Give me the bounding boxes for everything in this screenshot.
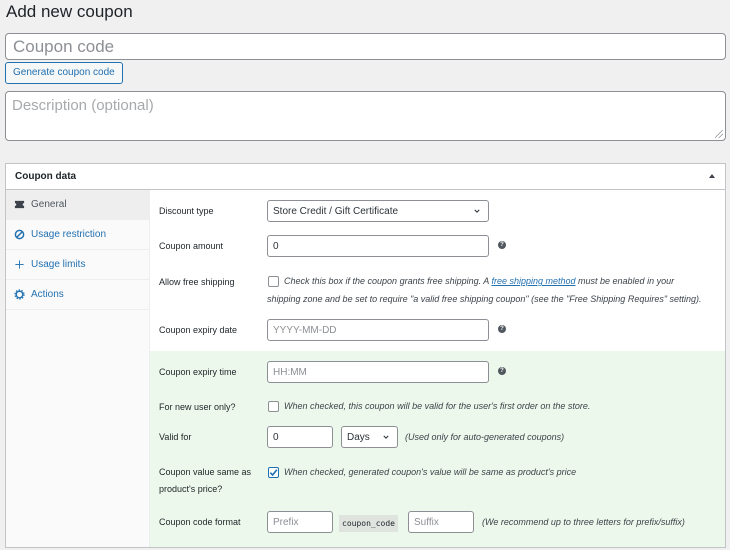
tab-label: General — [31, 199, 67, 210]
valid-for-input[interactable] — [267, 426, 333, 448]
free-shipping-description-line2: shipping zone and be set to require "a v… — [267, 294, 702, 304]
block-icon — [14, 229, 25, 240]
coupon-amount-input[interactable] — [267, 235, 489, 257]
collapse-arrow-icon[interactable] — [709, 174, 715, 178]
free-shipping-text-2: must be enabled in your — [575, 276, 675, 286]
valid-for-unit-value: Days — [347, 432, 370, 443]
resize-grip-icon[interactable] — [715, 130, 723, 138]
tab-label: Usage restriction — [31, 229, 107, 240]
tab-label: Actions — [31, 289, 64, 300]
discount-type-value: Store Credit / Gift Certificate — [273, 206, 399, 217]
expiry-time-input[interactable] — [267, 361, 489, 383]
suffix-input[interactable] — [408, 511, 474, 533]
free-shipping-label: Allow free shipping — [159, 277, 235, 287]
expiry-date-input[interactable] — [267, 319, 489, 341]
plus-icon — [15, 260, 24, 269]
free-shipping-text-1: Check this box if the coupon grants free… — [284, 276, 492, 286]
checkmark-icon — [269, 469, 278, 477]
new-user-description: When checked, this coupon will be valid … — [284, 401, 591, 411]
discount-type-select[interactable]: Store Credit / Gift Certificate — [267, 200, 489, 222]
valid-for-label: Valid for — [159, 432, 192, 442]
same-as-price-label-line1: Coupon value same as — [159, 467, 252, 477]
tab-usage-limits[interactable]: Usage limits — [6, 250, 149, 280]
code-format-note: (We recommend up to three letters for pr… — [482, 517, 685, 527]
new-user-checkbox[interactable] — [268, 401, 279, 412]
chevron-down-icon — [474, 209, 480, 213]
panel-header: Coupon data — [6, 164, 725, 190]
same-as-price-checkbox[interactable] — [268, 467, 279, 478]
prefix-input[interactable] — [267, 511, 333, 533]
expiry-date-label: Coupon expiry date — [159, 325, 238, 335]
general-tab-content: Discount type Store Credit / Gift Certif… — [150, 190, 725, 547]
description-wrapper — [5, 91, 726, 141]
help-icon[interactable]: ? — [498, 325, 506, 333]
help-icon[interactable]: ? — [498, 241, 506, 249]
tab-list: General Usage restriction Usage limits A… — [6, 190, 150, 547]
free-shipping-checkbox[interactable] — [268, 276, 279, 287]
new-user-label: For new user only? — [159, 402, 236, 412]
generate-coupon-code-button[interactable]: Generate coupon code — [5, 62, 123, 84]
free-shipping-description: Check this box if the coupon grants free… — [284, 272, 674, 290]
page-title: Add new coupon — [6, 2, 133, 21]
tab-general[interactable]: General — [6, 190, 149, 220]
tab-actions[interactable]: Actions — [6, 280, 149, 310]
ticket-icon — [14, 200, 25, 209]
coupon-data-panel: Coupon data General Usage restriction Us… — [5, 163, 726, 548]
tab-label: Usage limits — [31, 259, 86, 270]
coupon-code-token: coupon_code — [339, 515, 398, 532]
valid-for-unit-select[interactable]: Days — [341, 426, 398, 448]
help-icon[interactable]: ? — [498, 367, 506, 375]
description-input[interactable] — [5, 91, 726, 141]
same-as-price-description: When checked, generated coupon's value w… — [284, 467, 577, 477]
gear-icon — [14, 289, 25, 300]
code-format-label: Coupon code format — [159, 517, 241, 527]
valid-for-note: (Used only for auto-generated coupons) — [405, 432, 565, 442]
free-shipping-method-link[interactable]: free shipping method — [491, 276, 575, 286]
discount-type-label: Discount type — [159, 206, 214, 216]
expiry-time-label: Coupon expiry time — [159, 367, 237, 377]
coupon-amount-label: Coupon amount — [159, 241, 224, 251]
same-as-price-label-line2: product's price? — [159, 484, 223, 494]
tab-usage-restriction[interactable]: Usage restriction — [6, 220, 149, 250]
chevron-down-icon — [383, 435, 389, 439]
coupon-code-input[interactable] — [5, 33, 726, 60]
panel-title: Coupon data — [15, 171, 77, 182]
